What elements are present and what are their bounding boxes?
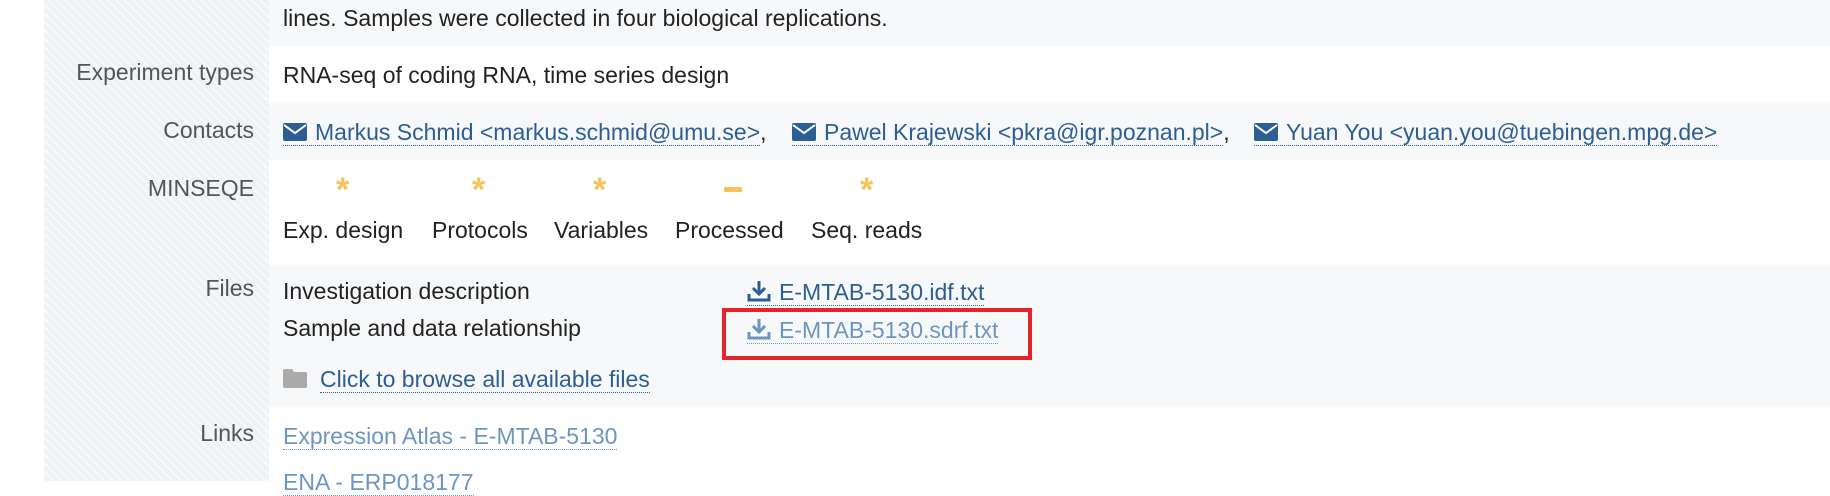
minseqe-exp-design-star-icon: * xyxy=(336,171,350,209)
idf-description: Investigation description xyxy=(283,278,530,304)
contact-text: Yuan You <yuan.you@tuebingen.mpg.de> xyxy=(1286,119,1718,145)
minseqe-protocols-star-icon: * xyxy=(472,171,486,209)
contact-separator: , xyxy=(1223,119,1230,145)
contact-text: Pawel Krajewski <pkra@igr.poznan.pl> xyxy=(824,119,1224,145)
minseqe-variables-label: Variables xyxy=(554,217,649,243)
folder-icon xyxy=(283,369,307,388)
contacts-label: Contacts xyxy=(163,117,254,143)
files-label: Files xyxy=(205,275,254,301)
contact-link-yuan-you[interactable]: Yuan You <yuan.you@tuebingen.mpg.de> xyxy=(1254,119,1718,146)
browse-files: Click to browse all available files xyxy=(283,366,650,393)
envelope-icon xyxy=(792,123,816,141)
experiment-types-label: Experiment types xyxy=(76,59,254,85)
browse-files-link[interactable]: Click to browse all available files xyxy=(283,366,650,393)
highlight-box xyxy=(722,308,1032,360)
envelope-icon xyxy=(1254,123,1278,141)
links-label: Links xyxy=(200,420,254,446)
sdrf-description: Sample and data relationship xyxy=(283,315,581,341)
download-icon xyxy=(747,281,771,302)
minseqe-seq-reads-label: Seq. reads xyxy=(811,217,923,243)
envelope-icon xyxy=(283,123,307,141)
idf-file-link[interactable]: E-MTAB-5130.idf.txt xyxy=(747,279,985,306)
minseqe-seq-reads-star-icon: * xyxy=(860,171,874,209)
idf-download: E-MTAB-5130.idf.txt xyxy=(747,279,985,306)
description-text: lines. Samples were collected in four bi… xyxy=(283,5,888,31)
contact-link-pawel-krajewski[interactable]: Pawel Krajewski <pkra@igr.poznan.pl> xyxy=(792,119,1224,146)
minseqe-variables-star-icon: * xyxy=(593,171,607,209)
idf-file-name: E-MTAB-5130.idf.txt xyxy=(779,279,985,305)
minseqe-processed-dash-icon xyxy=(724,187,742,192)
ena-link[interactable]: ENA - ERP018177 xyxy=(283,469,474,496)
expression-atlas-link[interactable]: Expression Atlas - E-MTAB-5130 xyxy=(283,423,618,450)
minseqe-protocols-label: Protocols xyxy=(432,217,528,243)
minseqe-exp-design-label: Exp. design xyxy=(283,217,404,243)
browse-files-text: Click to browse all available files xyxy=(320,366,650,393)
minseqe-label: MINSEQE xyxy=(147,175,254,201)
contact-text: Markus Schmid <markus.schmid@umu.se> xyxy=(315,119,761,145)
minseqe-row xyxy=(269,160,1830,265)
minseqe-processed-label: Processed xyxy=(675,217,784,243)
experiment-types-value: RNA-seq of coding RNA, time series desig… xyxy=(283,62,730,88)
contact-separator: , xyxy=(760,119,767,145)
contact-link-markus-schmid[interactable]: Markus Schmid <markus.schmid@umu.se> xyxy=(283,119,761,146)
